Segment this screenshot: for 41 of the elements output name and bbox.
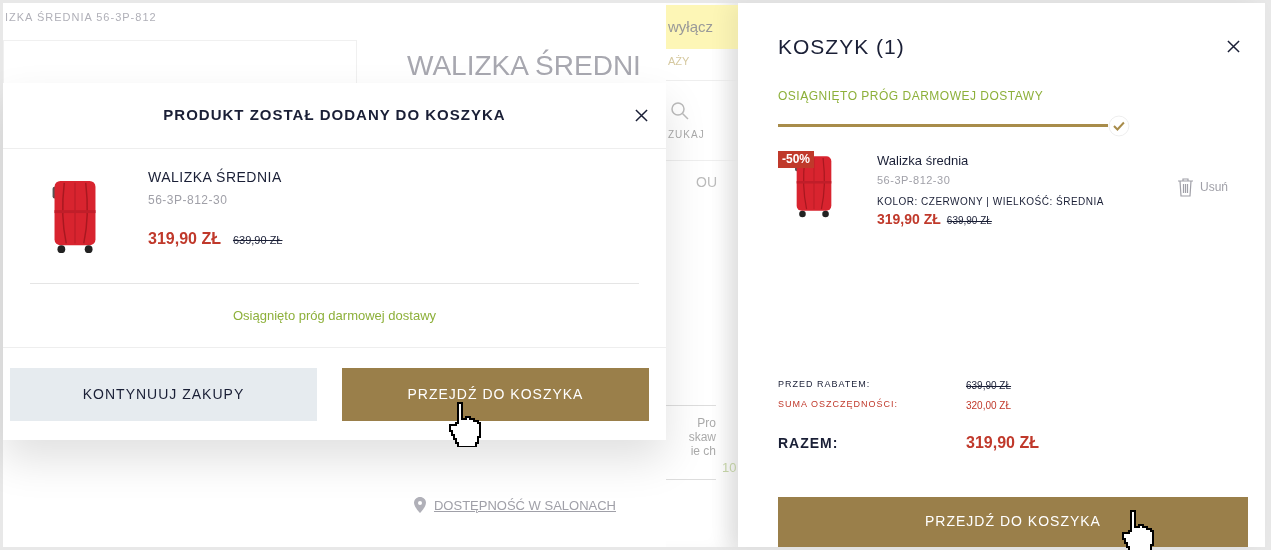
close-icon[interactable] bbox=[635, 109, 648, 122]
text-line: Pro bbox=[697, 415, 716, 430]
breadcrumb: IZKA ŚREDNIA 56-3P-812 bbox=[4, 10, 158, 25]
item-price: 319,90 ZŁ bbox=[877, 209, 941, 229]
continue-shopping-button[interactable]: KONTYNUUJ ZAKUPY bbox=[10, 368, 317, 421]
pointer-cursor-icon bbox=[1121, 509, 1155, 550]
summary-value: 320,00 ZŁ bbox=[966, 398, 1012, 413]
remove-button[interactable]: Usuń bbox=[1177, 175, 1228, 198]
summary-label: PRZED RABATEM: bbox=[778, 377, 872, 391]
text-line: ie ch bbox=[690, 443, 716, 458]
tab-text: OU bbox=[696, 173, 717, 192]
number-text: 10 bbox=[721, 458, 738, 477]
free-shipping-message: Osiągnięto próg darmowej dostawy bbox=[232, 306, 437, 325]
total-value: 319,90 ZŁ bbox=[966, 432, 1039, 453]
search-label: ZUKAJ bbox=[667, 127, 706, 142]
old-price: 639,90 ZŁ bbox=[232, 233, 283, 248]
item-old-price: 639,90 ZŁ bbox=[946, 213, 992, 228]
promo-banner: wyłącz bbox=[666, 5, 738, 49]
go-to-cart-button[interactable]: PRZEJDŹ DO KOSZYKA bbox=[342, 368, 649, 421]
discount-badge: -50% bbox=[778, 150, 814, 168]
item-code: 56-3P-812-30 bbox=[877, 173, 952, 188]
map-pin-icon bbox=[413, 497, 426, 514]
cart-title: KOSZYK (1) bbox=[778, 34, 905, 60]
text-line: skaw bbox=[688, 429, 716, 444]
checkout-button[interactable]: PRZEJDŹ DO KOSZYKA bbox=[778, 496, 1248, 547]
modal-title: PRODUKT ZOSTAŁ DODANY DO KOSZYKA bbox=[163, 105, 506, 126]
total-label: RAZEM: bbox=[778, 433, 840, 453]
trash-icon bbox=[1177, 176, 1194, 197]
product-title: WALIZKA ŚREDNI bbox=[407, 51, 641, 83]
item-attributes: KOLOR: CZERWONY | WIELKOŚĆ: ŚREDNIA bbox=[877, 194, 1105, 209]
store-availability-link[interactable]: DOSTĘPNOŚĆ W SALONACH bbox=[433, 495, 616, 515]
price: 319,90 ZŁ bbox=[148, 229, 221, 249]
close-icon[interactable] bbox=[1227, 40, 1240, 54]
checkmark-icon bbox=[1108, 114, 1130, 137]
item-name: Walizka średnia bbox=[877, 151, 970, 170]
summary-value: 639,90 ZŁ bbox=[966, 378, 1012, 393]
product-name: WALIZKA ŚREDNIA bbox=[148, 167, 283, 187]
product-code: 56-3P-812-30 bbox=[148, 192, 229, 209]
free-shipping-label: OSIĄGNIĘTO PRÓG DARMOWEJ DOSTAWY bbox=[778, 87, 1045, 105]
nav-text: AŻY bbox=[667, 54, 691, 69]
summary-label: SUMA OSZCZĘDNOŚCI: bbox=[778, 397, 899, 411]
